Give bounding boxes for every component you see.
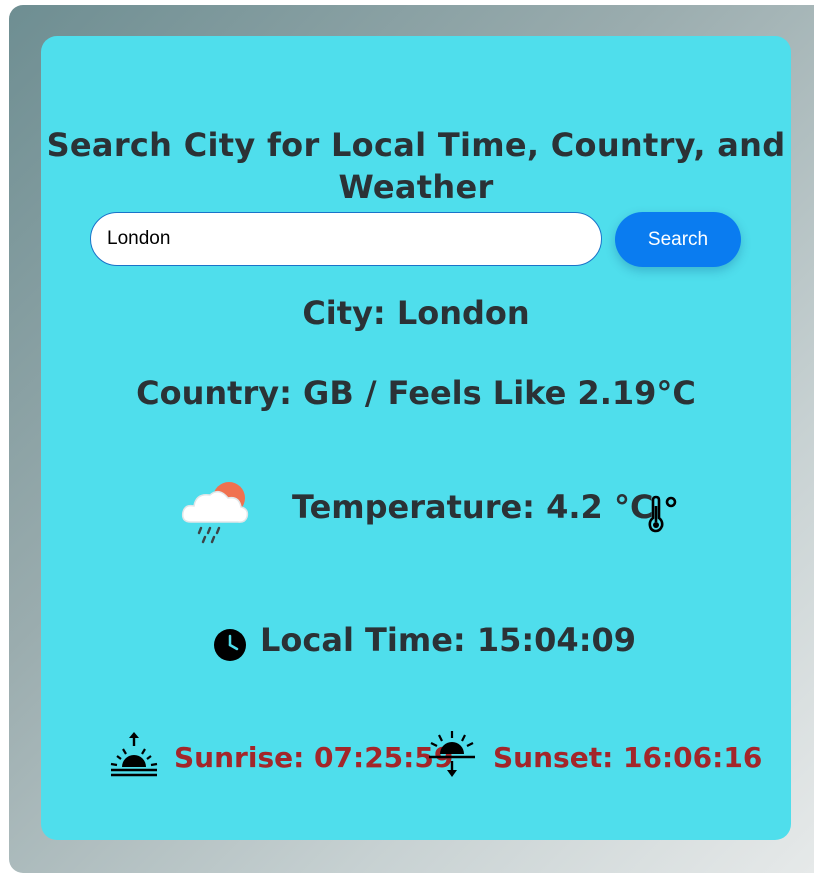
search-button[interactable]: Search [615,212,741,267]
weather-card: Search City for Local Time, Country, and… [41,36,791,840]
temperature-row: Temperature: 4.2 °C [41,476,791,556]
sunrise-icon [110,732,158,777]
city-label: City: London [302,294,530,332]
local-time-row: Local Time: 15:04:09 [41,616,791,666]
cloud-rain-sun-icon [181,482,249,544]
temperature-label: Temperature: 4.2 °C [292,488,654,526]
thermometer-icon [648,495,677,533]
sunset-icon [429,731,475,777]
local-time-label: Local Time: 15:04:09 [260,621,637,659]
sunrise-label: Sunrise: 07:25:59 [174,741,454,774]
city-search-input[interactable] [90,212,602,266]
page-title: Search City for Local Time, Country, and… [46,126,786,206]
clock-icon [214,629,246,661]
sun-times-row: Sunrise: 07:25:59 Sunset: 16:06:16 [41,726,791,786]
country-feels-like-label: Country: GB / Feels Like 2.19°C [136,374,696,412]
sunset-label: Sunset: 16:06:16 [493,741,763,774]
